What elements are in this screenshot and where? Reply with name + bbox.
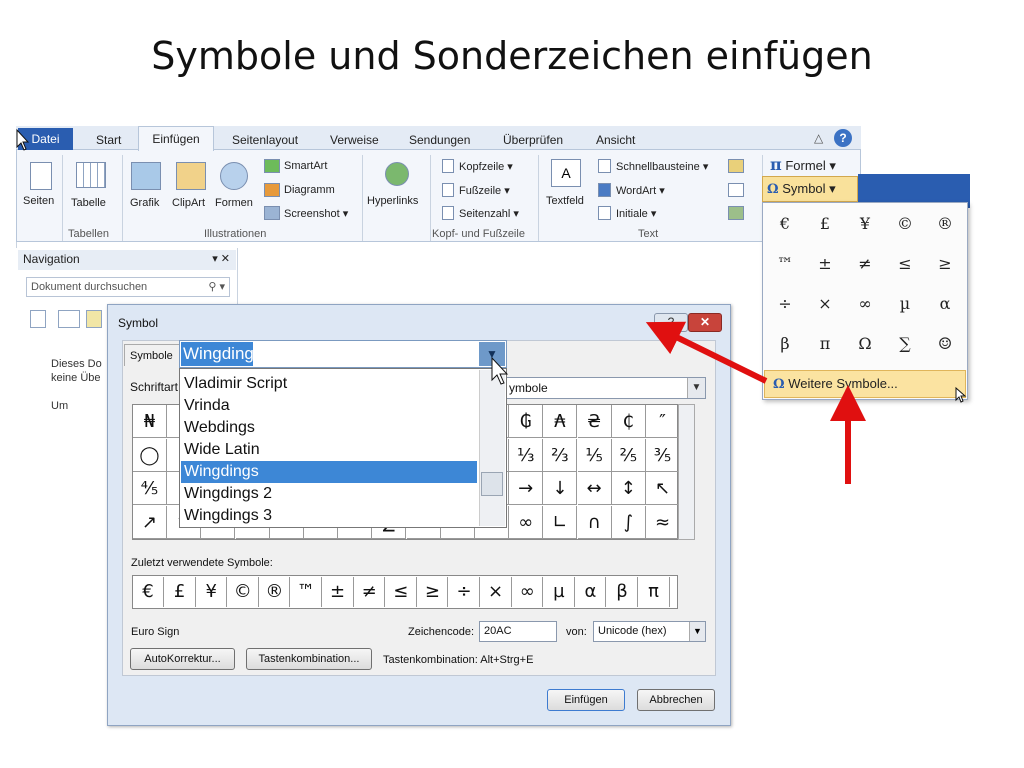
cursor-icon — [955, 386, 967, 403]
cursor-icon — [16, 128, 30, 151]
arrow-to-dialog — [645, 321, 768, 384]
cursor-icon — [491, 356, 509, 385]
annotation-arrows — [16, 128, 967, 484]
